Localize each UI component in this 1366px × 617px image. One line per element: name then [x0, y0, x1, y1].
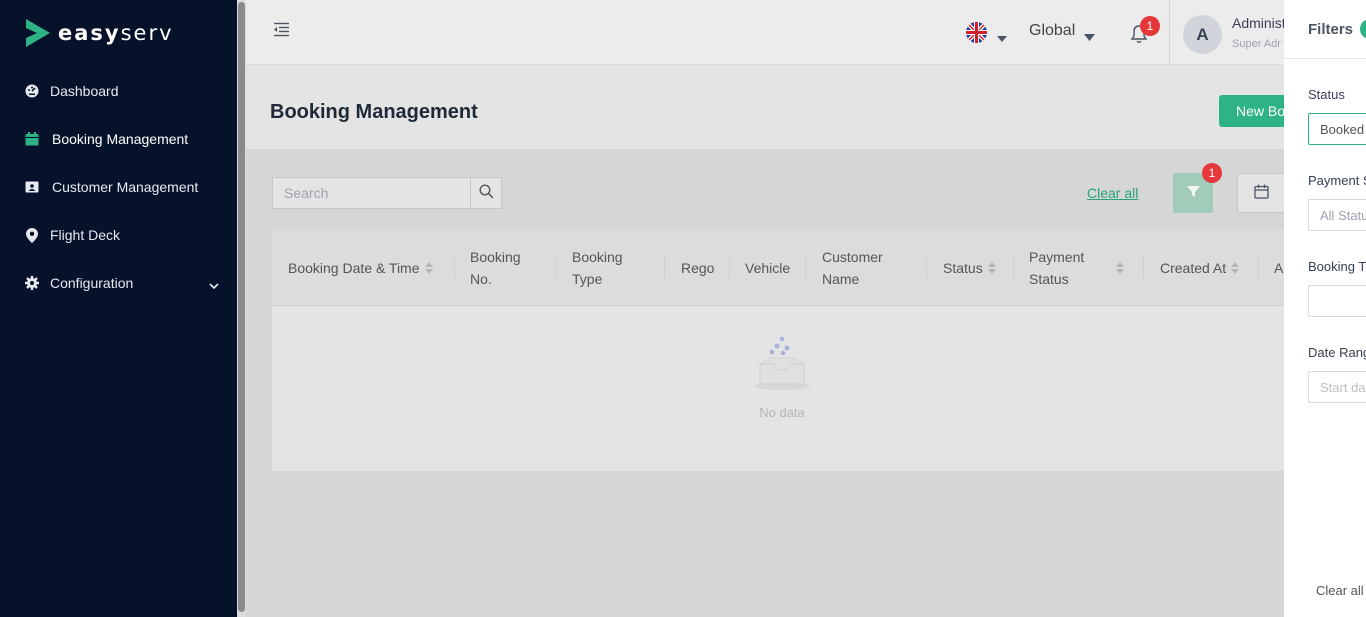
- sidebar-item-dashboard[interactable]: Dashboard: [0, 67, 237, 115]
- sidebar-item-configuration[interactable]: Configuration: [0, 259, 237, 307]
- drawer-title: Filters: [1308, 21, 1354, 38]
- sidebar-nav: Dashboard Booking Management Customer Ma…: [0, 67, 237, 307]
- sidebar-item-booking-management[interactable]: Booking Management: [0, 115, 237, 163]
- sidebar-item-flight-deck[interactable]: Flight Deck: [0, 211, 237, 259]
- sidebar: easyserv Dashboard Booking Management Cu…: [0, 0, 246, 617]
- page-title: Booking Management: [270, 101, 478, 123]
- payment-status-label: Payment S: [1308, 173, 1366, 188]
- booking-type-select[interactable]: [1308, 285, 1366, 317]
- logo-mark-icon: [26, 19, 50, 47]
- search-button[interactable]: [470, 177, 502, 209]
- payment-status-select[interactable]: All Statu: [1308, 199, 1366, 231]
- brand-logo[interactable]: easyserv: [24, 17, 174, 49]
- column-divider: [556, 255, 557, 279]
- status-label: Status: [1308, 87, 1345, 102]
- column-header-created-at[interactable]: Created At: [1160, 229, 1240, 306]
- column-header-booking-no: Booking No.: [470, 248, 521, 287]
- column-header-status[interactable]: Status: [943, 229, 996, 306]
- bookings-table: Booking Date & Time Booking No. Booking …: [272, 229, 1292, 471]
- column-divider: [729, 255, 730, 279]
- collapse-menu-icon[interactable]: [273, 22, 290, 40]
- column-divider: [1013, 255, 1014, 279]
- page-header: Booking Management New Bo: [246, 65, 1366, 149]
- caret-down-icon[interactable]: [997, 29, 1007, 45]
- location-pin-icon: [24, 227, 40, 243]
- sidebar-item-label: Booking Management: [52, 131, 189, 147]
- search-input[interactable]: Search: [272, 177, 471, 209]
- date-range-label: Date Rang: [1308, 345, 1366, 360]
- caret-down-icon[interactable]: [1084, 28, 1095, 44]
- column-divider: [1258, 255, 1259, 279]
- uk-flag-icon[interactable]: [966, 22, 987, 43]
- column-divider: [1143, 255, 1144, 279]
- gear-icon: [24, 275, 40, 291]
- top-header: Global 1 A Administ Super Adr: [246, 0, 1366, 65]
- filter-count-indicator: [1360, 19, 1366, 39]
- brand-name: easyserv: [58, 21, 174, 45]
- user-role: Super Adr: [1232, 38, 1281, 50]
- column-header-customer-name: Customer Name: [822, 248, 883, 287]
- sort-icon[interactable]: [1231, 261, 1240, 274]
- filters-drawer: Filters Status Booked Payment S All Stat…: [1284, 0, 1366, 617]
- date-picker-button[interactable]: [1237, 173, 1285, 213]
- column-divider: [926, 255, 927, 279]
- column-header-payment-status[interactable]: Payment Status: [1029, 229, 1124, 306]
- user-name[interactable]: Administ: [1232, 15, 1286, 31]
- status-select[interactable]: Booked: [1308, 113, 1366, 145]
- sidebar-item-label: Customer Management: [52, 179, 199, 195]
- sidebar-item-customer-management[interactable]: Customer Management: [0, 163, 237, 211]
- filter-icon: [1186, 185, 1200, 201]
- sort-icon[interactable]: [424, 261, 433, 274]
- column-header-actions: A: [1274, 259, 1284, 276]
- search-icon: [478, 184, 494, 202]
- empty-state: [272, 336, 1292, 395]
- sort-icon[interactable]: [1116, 261, 1124, 274]
- main-content: Search Clear all 1 Booking Date & Time B…: [246, 149, 1366, 617]
- chevron-down-icon[interactable]: [209, 277, 219, 293]
- calendar-icon: [1253, 184, 1269, 202]
- column-header-booking-type: Booking Type: [572, 248, 623, 287]
- booking-type-label: Booking T: [1308, 259, 1366, 274]
- sidebar-item-label: Flight Deck: [50, 227, 121, 243]
- dashboard-icon: [24, 83, 40, 99]
- column-divider: [664, 255, 665, 279]
- sidebar-scrollbar[interactable]: [237, 0, 246, 617]
- calendar-icon: [24, 131, 40, 147]
- sidebar-item-label: Configuration: [50, 275, 134, 291]
- table-header: Booking Date & Time Booking No. Booking …: [272, 229, 1292, 306]
- clear-all-link[interactable]: Clear all: [1087, 185, 1138, 201]
- contact-card-icon: [24, 179, 40, 195]
- divider: [1169, 0, 1170, 64]
- filter-count-badge: 1: [1202, 163, 1222, 183]
- drawer-header: Filters: [1284, 0, 1366, 59]
- scrollbar-thumb[interactable]: [238, 2, 245, 612]
- notification-badge: 1: [1140, 16, 1160, 36]
- column-divider: [454, 255, 455, 279]
- date-range-start-input[interactable]: Start da: [1308, 371, 1366, 403]
- sort-icon[interactable]: [987, 261, 996, 274]
- column-header-rego: Rego: [681, 259, 715, 276]
- column-header-booking-date-time[interactable]: Booking Date & Time: [288, 229, 433, 306]
- sidebar-item-label: Dashboard: [50, 83, 119, 99]
- empty-text: No data: [759, 405, 805, 420]
- empty-box-icon: [750, 336, 814, 395]
- clear-all-button[interactable]: Clear all: [1316, 583, 1364, 598]
- avatar[interactable]: A: [1183, 15, 1222, 54]
- region-select[interactable]: Global: [1029, 22, 1075, 40]
- column-header-vehicle: Vehicle: [745, 259, 791, 276]
- column-divider: [805, 255, 806, 279]
